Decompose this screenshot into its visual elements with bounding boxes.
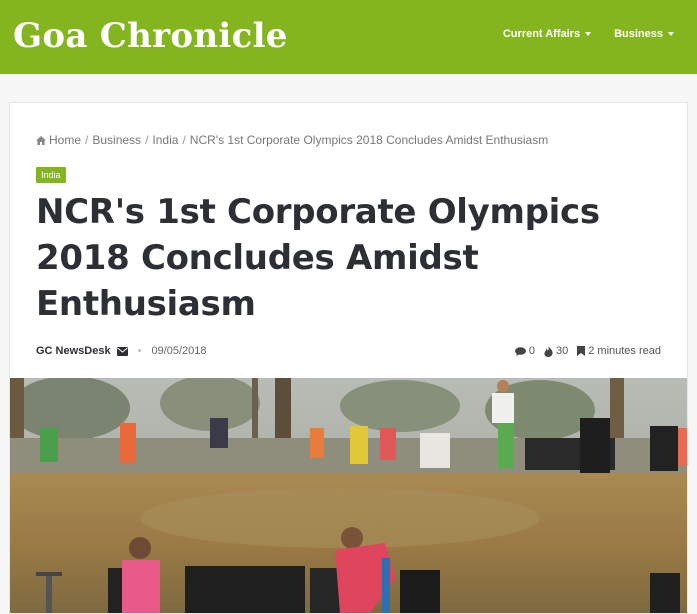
article-meta: GC NewsDesk • 09/05/2018 0 30 2 minutes … [36,345,661,357]
publish-date: 09/05/2018 [151,345,207,357]
views-value: 30 [555,345,569,357]
category-badge[interactable]: India [36,167,66,183]
article-featured-image [10,378,687,613]
breadcrumb: Home / Business / India / NCR's 1st Corp… [36,133,548,147]
breadcrumb-separator: / [145,133,149,147]
envelope-icon[interactable] [116,346,128,356]
meta-dot: • [137,345,142,357]
nav-current-affairs-label: Current Affairs [502,28,581,40]
breadcrumb-business[interactable]: Business [92,133,141,147]
article-headline: NCR's 1st Corporate Olympics 2018 Conclu… [36,192,600,324]
breadcrumb-home[interactable]: Home [49,133,81,147]
read-time: 2 minutes read [577,345,661,357]
comment-icon [514,346,526,356]
caret-down-icon [668,31,674,36]
nav-business[interactable]: Business [614,28,674,40]
site-logo[interactable]: Goa Chronicle [13,14,288,58]
main-nav: Current Affairs Business [503,28,674,40]
comments-value: 0 [528,345,535,357]
site-header: Goa Chronicle Current Affairs Business [0,0,697,74]
breadcrumb-current: NCR's 1st Corporate Olympics 2018 Conclu… [189,133,549,147]
breadcrumb-india[interactable]: India [152,133,178,147]
views-count: 30 [544,345,568,357]
author-link[interactable]: GC NewsDesk [36,345,111,357]
read-time-value: 2 minutes read [588,345,661,357]
fire-icon [544,345,553,357]
nav-business-label: Business [614,28,663,40]
bookmark-icon [577,346,586,356]
comments-count[interactable]: 0 [514,345,535,357]
home-icon [36,135,46,145]
breadcrumb-separator: / [182,133,186,147]
meta-left: GC NewsDesk • 09/05/2018 [36,345,207,357]
meta-right: 0 30 2 minutes read [514,345,661,357]
nav-current-affairs[interactable]: Current Affairs [502,28,592,40]
breadcrumb-separator: / [85,133,89,147]
article-card: Home / Business / India / NCR's 1st Corp… [9,102,688,614]
caret-down-icon [585,31,592,36]
